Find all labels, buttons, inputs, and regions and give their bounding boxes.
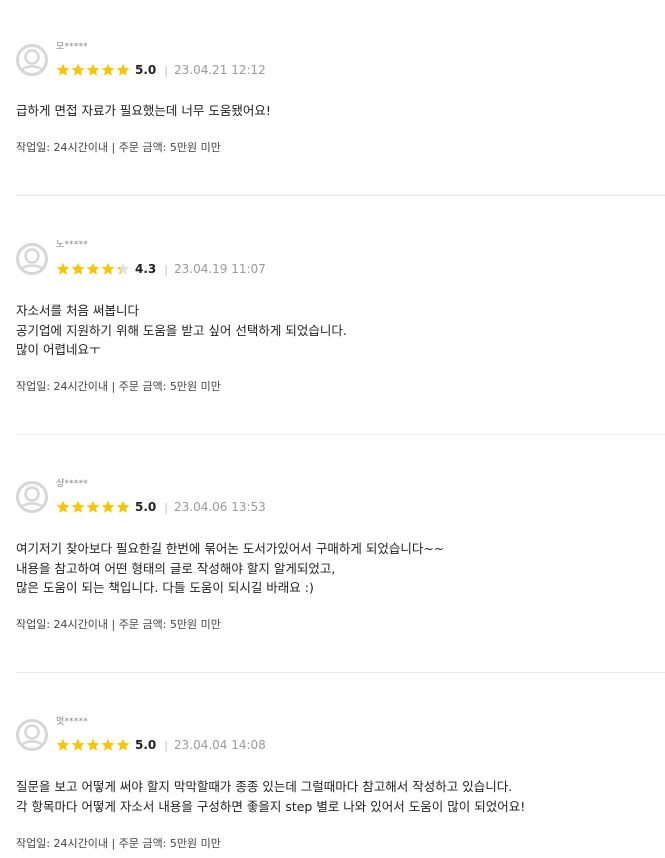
- review-date: 23.04.04 14:08: [173, 738, 266, 752]
- review-text-line: 각 항목마다 어떻게 자소서 내용을 구성하면 좋을지 step 별로 나와 있…: [16, 798, 526, 814]
- review-author: 멋*****: [56, 717, 88, 727]
- star-icon: [116, 738, 130, 751]
- separator: |: [164, 500, 168, 514]
- star-icon: [101, 63, 115, 76]
- star-rating: [56, 738, 130, 752]
- star-icon: [116, 63, 130, 76]
- rating-score: 5.0: [135, 500, 157, 514]
- review-meta: 작업일: 24시간이내 | 주문 금액: 5만원 미만: [16, 380, 221, 393]
- rating-row: 5.0 | 23.04.06 13:53: [56, 499, 266, 515]
- star-icon: [71, 500, 85, 513]
- review-date: 23.04.06 13:53: [173, 500, 266, 514]
- star-icon: [86, 500, 100, 513]
- star-icon: [101, 500, 115, 513]
- star-icon: [116, 500, 130, 513]
- star-icon: [56, 500, 70, 513]
- review-author: 모*****: [56, 42, 88, 52]
- star-icon: [86, 262, 100, 275]
- review-body: 급하게 면접 자료가 필요했는데 너무 도움됐어요!: [16, 101, 271, 121]
- review-text-line: 공기업에 지원하기 위해 도움을 받고 싶어 선택하게 되었습니다.: [16, 322, 347, 338]
- rating-row: 5.0 | 23.04.21 12:12: [56, 62, 266, 78]
- star-icon: [101, 262, 115, 275]
- rating-row: 4.3 | 23.04.19 11:07: [56, 261, 266, 277]
- review-meta: 작업일: 24시간이내 | 주문 금액: 5만원 미만: [16, 618, 221, 631]
- star-icon: [86, 63, 100, 76]
- review-date: 23.04.21 12:12: [173, 63, 266, 77]
- review-text-line: 질문을 보고 어떻게 써야 할지 막막할때가 종종 있는데 그럴때마다 참고해서…: [16, 779, 513, 794]
- review-body: 질문을 보고 어떻게 써야 할지 막막할때가 종종 있는데 그럴때마다 참고해서…: [16, 777, 525, 816]
- review-meta: 작업일: 24시간이내 | 주문 금액: 5만원 미만: [16, 837, 221, 850]
- star-rating: [56, 500, 130, 514]
- star-icon: [101, 738, 115, 751]
- rating-score: 5.0: [135, 738, 157, 752]
- review-divider: [16, 672, 665, 673]
- review-text-line: 여기저기 찾아보다 필요한길 한번에 묶어논 도서가있어서 구매하게 되었습니다…: [16, 541, 445, 556]
- rating-row: 5.0 | 23.04.04 14:08: [56, 737, 266, 753]
- user-avatar-icon: [16, 719, 48, 751]
- review-divider: [16, 434, 665, 435]
- review-meta: 작업일: 24시간이내 | 주문 금액: 5만원 미만: [16, 141, 221, 154]
- star-icon: [86, 738, 100, 751]
- star-icon: [56, 63, 70, 76]
- rating-score: 5.0: [135, 63, 157, 77]
- star-icon: [71, 63, 85, 76]
- review-divider: [16, 195, 665, 196]
- review-text-line: 많이 어렵네요ㅜ: [16, 342, 101, 357]
- review-author: 샹*****: [56, 479, 88, 489]
- review-body: 여기저기 찾아보다 필요한길 한번에 묶어논 도서가있어서 구매하게 되었습니다…: [16, 539, 444, 598]
- star-rating: [56, 262, 130, 276]
- separator: |: [164, 262, 168, 276]
- review-text-line: 급하게 면접 자료가 필요했는데 너무 도움됐어요!: [16, 103, 271, 118]
- user-avatar-icon: [16, 44, 48, 76]
- user-avatar-icon: [16, 481, 48, 513]
- separator: |: [164, 738, 168, 752]
- star-icon: [116, 262, 130, 275]
- separator: |: [164, 63, 168, 77]
- star-icon: [56, 262, 70, 275]
- review-text-line: 내용을 참고하여 어떤 형태의 글로 작성해야 할지 알게되었고,: [16, 560, 336, 576]
- review-date: 23.04.19 11:07: [173, 262, 266, 276]
- review-author: 노*****: [56, 240, 88, 250]
- star-icon: [71, 262, 85, 275]
- review-text-line: 자소서를 처음 써봅니다: [16, 303, 139, 318]
- star-icon: [71, 738, 85, 751]
- star-rating: [56, 63, 130, 77]
- user-avatar-icon: [16, 243, 48, 275]
- review-text-line: 많은 도움이 되는 책입니다. 다들 도움이 되시길 바래요 :): [16, 580, 314, 595]
- star-icon: [56, 738, 70, 751]
- rating-score: 4.3: [135, 262, 157, 276]
- review-body: 자소서를 처음 써봅니다공기업에 지원하기 위해 도움을 받고 싶어 선택하게 …: [16, 301, 347, 360]
